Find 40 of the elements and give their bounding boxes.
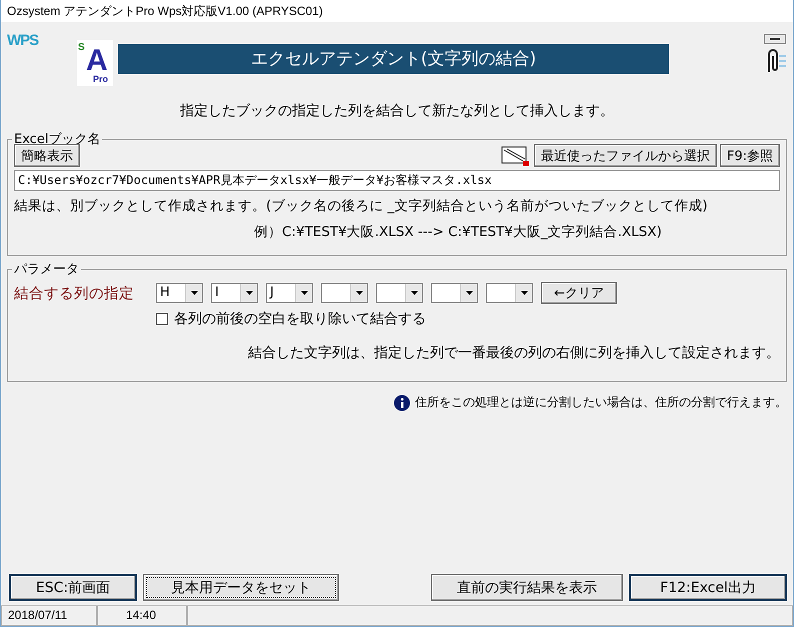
example-text: 例）C:¥TEST¥大阪.XLSX ---> C:¥TEST¥大阪_文字列結合.XLSX) — [253, 223, 663, 241]
info-text: 住所をこの処理とは逆に分割したい場合は、住所の分割で行えます。 — [415, 394, 787, 411]
window-title: Ozsystem アテンダントPro Wps対応版V1.00 (APRYSC01) — [1, 0, 793, 22]
recent-files-button[interactable]: 最近使ったファイルから選択 — [534, 144, 717, 167]
dropdown-arrow-icon — [466, 291, 472, 295]
status-time: 14:40 — [97, 606, 187, 626]
simple-view-button[interactable]: 簡略表示 — [14, 144, 80, 167]
action-button[interactable]: F12:Excel出力 — [629, 574, 787, 601]
dropdown-arrow-icon — [246, 291, 252, 295]
column-dropdown[interactable] — [486, 283, 533, 303]
group-legend: パラメータ — [12, 260, 81, 278]
browse-button[interactable]: F9:参照 — [720, 144, 780, 167]
banner-title: エクセルアテンダント(文字列の結合) — [118, 44, 669, 74]
column-dropdown[interactable] — [376, 283, 423, 303]
result-note: 結果は、別ブックとして作成されます。(ブック名の後ろに _文字列結合という名前がついたブックとして作成) — [14, 197, 709, 215]
book-path-field[interactable]: C:¥Users¥ozcr7¥Documents¥APR見本データxlsx¥一般データ¥お客様マスタ.xlsx — [14, 170, 780, 191]
trim-checkbox[interactable] — [156, 313, 168, 325]
column-spec-label: 結合する列の指定 — [14, 284, 135, 302]
column-dropdown[interactable]: J — [266, 283, 313, 303]
clear-button[interactable]: ←クリア — [541, 282, 617, 304]
dropdown-arrow-icon — [300, 291, 308, 295]
dropdown-arrow-icon — [190, 291, 198, 295]
column-dropdown[interactable] — [431, 283, 478, 303]
dropdown-arrow-icon — [410, 291, 418, 295]
insert-note: 結合した文字列は、指定した列で一番最後の列の右側に列を挿入して設定されます。 — [247, 344, 780, 362]
minimize-icon[interactable] — [764, 34, 786, 44]
action-button[interactable]: 直前の実行結果を表示 — [431, 574, 623, 601]
info-icon — [394, 394, 410, 410]
file-list-icon[interactable] — [500, 144, 531, 166]
dropdown-arrow-icon — [520, 291, 528, 295]
column-dropdown[interactable] — [321, 283, 368, 303]
instruction-text: 指定したブックの指定した列を結合して新たな列として挿入します。 — [179, 102, 615, 120]
trim-option-label: 各列の前後の空白を取り除いて結合する — [174, 310, 426, 328]
column-dropdown[interactable]: H — [156, 283, 203, 303]
dropdown-arrow-icon — [356, 291, 362, 295]
action-button[interactable]: 見本用データをセット — [143, 574, 339, 601]
wps-logo: WPS — [7, 32, 40, 49]
status-date: 2018/07/11 — [1, 606, 97, 626]
column-dropdown[interactable]: I — [211, 283, 258, 303]
action-button[interactable]: ESC:前画面 — [9, 574, 137, 601]
